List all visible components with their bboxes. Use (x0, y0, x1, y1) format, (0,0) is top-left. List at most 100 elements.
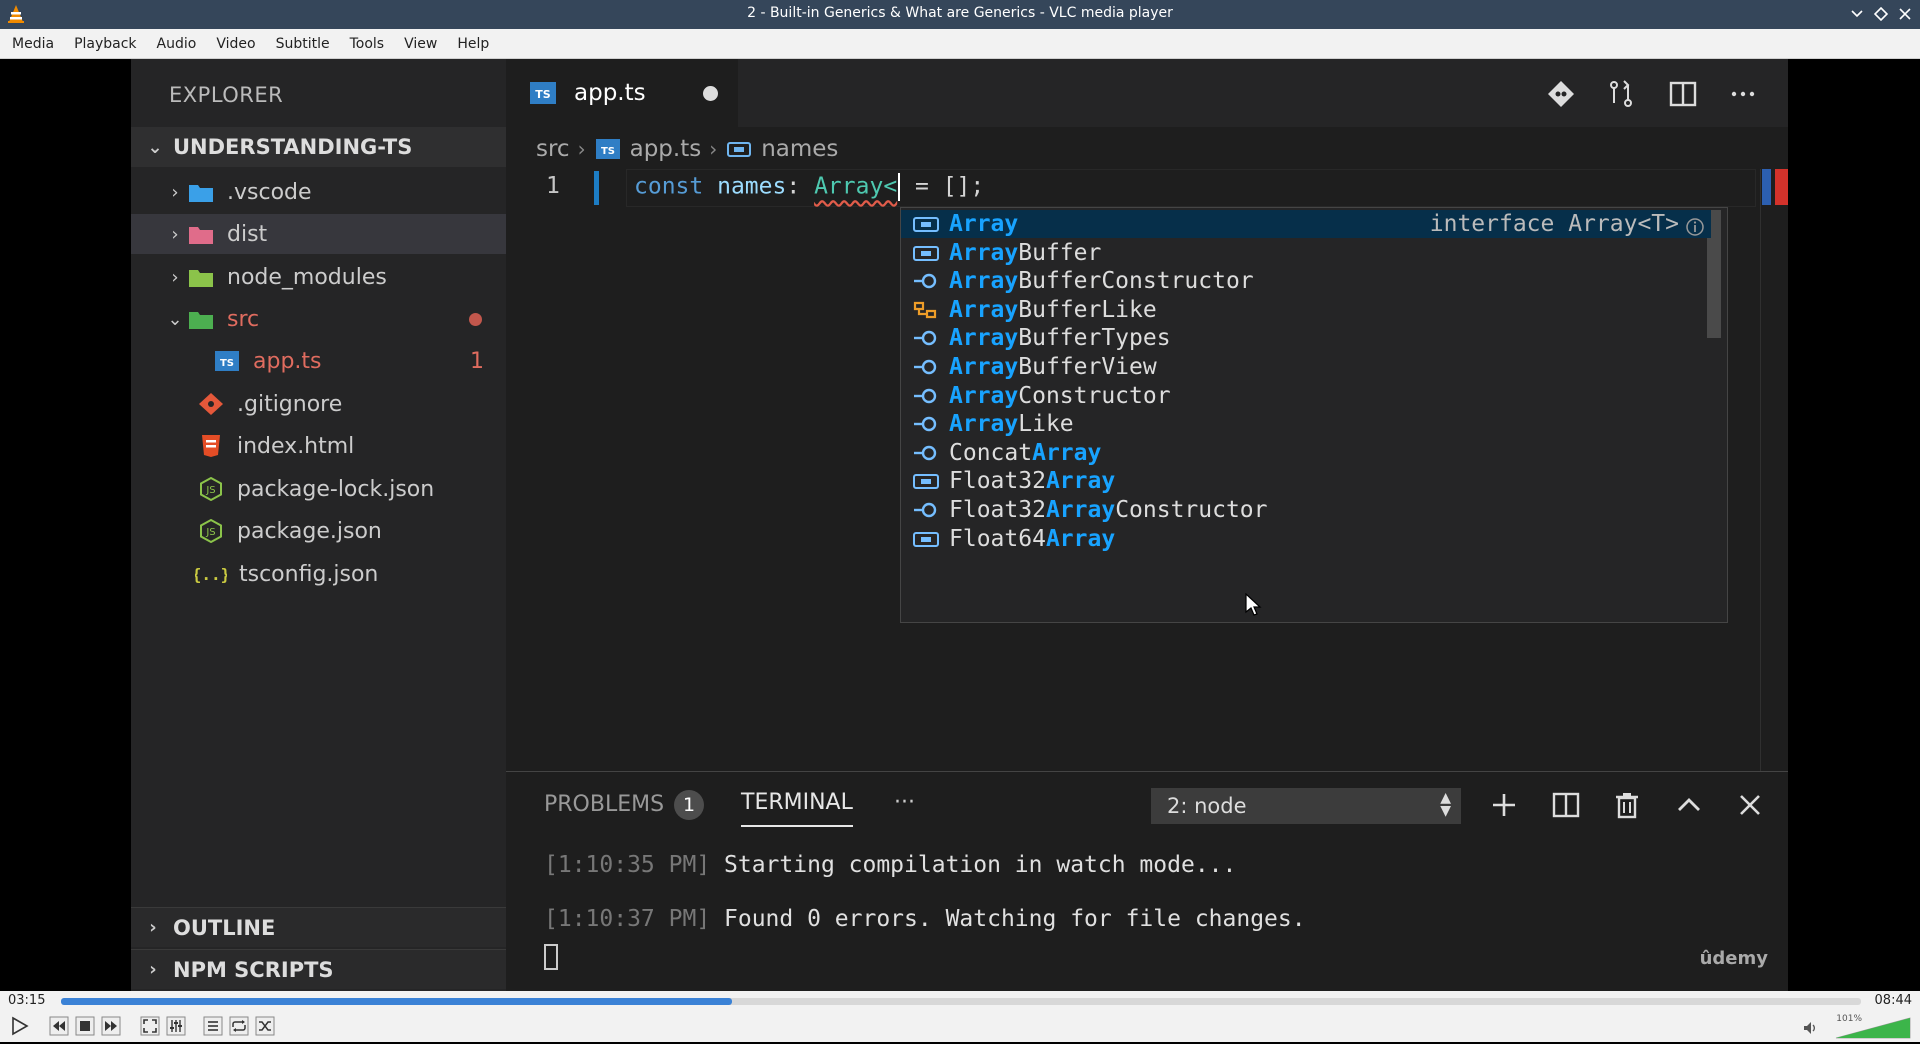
open-changes-icon[interactable] (1606, 79, 1636, 109)
variable-icon (914, 273, 937, 289)
volume-wedge (1835, 1017, 1911, 1039)
previous-button[interactable] (48, 1015, 70, 1037)
typescript-file-icon: TS (215, 351, 239, 371)
skip-forward-icon (101, 1016, 121, 1036)
code-text: const names: Array< = []; (634, 173, 984, 201)
play-button[interactable] (6, 1015, 32, 1037)
info-icon[interactable] (1685, 217, 1705, 237)
suggestion-label-match: Array (949, 354, 1019, 380)
suggestion-item[interactable]: Float64Array (901, 525, 1711, 553)
code-keyword: const (634, 173, 704, 200)
extended-settings-button[interactable] (165, 1015, 187, 1037)
next-button[interactable] (100, 1015, 122, 1037)
player-controls: 101% (0, 1011, 1920, 1042)
breadcrumb-item-file[interactable]: app.ts (630, 136, 702, 162)
type-alias-icon (913, 301, 937, 318)
shuffle-button[interactable] (254, 1015, 276, 1037)
suggestion-item[interactable]: ArrayBuffer (901, 239, 1711, 267)
suggestion-item[interactable]: Float32Array (901, 467, 1711, 495)
chevron-right-icon: › (577, 137, 586, 161)
vscode-folder-icon (189, 185, 213, 202)
loop-button[interactable] (228, 1015, 250, 1037)
tab-terminal[interactable]: TERMINAL (741, 790, 853, 827)
tab-app-ts[interactable]: TS app.ts (506, 59, 738, 127)
suggestion-label: ArrayBufferView (949, 354, 1157, 380)
suggestion-item[interactable]: Float32ArrayConstructor (901, 496, 1711, 524)
interface-icon (913, 531, 939, 547)
trash-icon[interactable] (1612, 790, 1642, 820)
unsaved-dot-icon[interactable] (703, 86, 718, 101)
stop-button[interactable] (74, 1015, 96, 1037)
terminal-select[interactable]: 2: node ▲ ▼ (1151, 788, 1461, 824)
tree-item-label: package-lock.json (237, 476, 435, 502)
suggestion-label: ArrayBufferTypes (949, 325, 1171, 351)
close-icon[interactable] (1735, 790, 1765, 820)
terminal-line: [1:10:37 PM] Found 0 errors. Watching fo… (544, 906, 1306, 932)
menu-subtitle[interactable]: Subtitle (266, 36, 340, 52)
breadcrumb-item-src[interactable]: src (536, 136, 570, 162)
play-icon (12, 1016, 29, 1036)
equalizer-icon (166, 1016, 186, 1036)
outline-section[interactable]: › OUTLINE (131, 907, 506, 947)
suggestion-label-suffix: Buffer (1018, 239, 1102, 266)
src-folder-icon (189, 312, 213, 329)
seek-slider[interactable] (61, 998, 1861, 1005)
suggestion-item[interactable]: ArrayBufferConstructor (901, 267, 1711, 295)
split-terminal-icon[interactable] (1551, 790, 1581, 820)
bottom-panel: PROBLEMS 1 TERMINAL ··· 2: node ▲ ▼ [1:10:… (506, 771, 1788, 991)
suggestion-widget[interactable]: Array interface Array<T> ArrayBuffer ArrayB… (900, 207, 1728, 623)
menu-view[interactable]: View (394, 36, 447, 52)
code-line-1[interactable]: 1 const names: Array< = []; (506, 169, 1756, 207)
minimize-button[interactable] (1848, 3, 1866, 25)
menu-help[interactable]: Help (447, 36, 499, 52)
code-type-error: Array< (814, 173, 898, 200)
html-icon (202, 435, 220, 457)
chevron-right-icon: › (149, 917, 157, 938)
menu-media[interactable]: Media (2, 36, 64, 52)
playlist-button[interactable] (202, 1015, 224, 1037)
menu-video[interactable]: Video (206, 36, 265, 52)
new-terminal-icon[interactable] (1489, 790, 1519, 820)
close-button[interactable] (1896, 3, 1914, 25)
tree-item-package-lock: JS package-lock.json (131, 469, 506, 509)
chevron-right-icon: › (171, 223, 179, 245)
breadcrumb-item-symbol[interactable]: names (761, 136, 838, 162)
suggestion-label-prefix: Concat (949, 439, 1033, 466)
suggestion-item[interactable]: ArrayBufferLike (901, 296, 1711, 324)
suggestion-label: ArrayBuffer (949, 240, 1101, 266)
modified-gutter-indicator (594, 171, 599, 205)
suggestion-item[interactable]: ArrayConstructor (901, 382, 1711, 410)
suggestion-label-prefix: Float64 (949, 525, 1046, 552)
menu-tools[interactable]: Tools (340, 36, 395, 52)
git-compare-icon[interactable] (1546, 79, 1576, 109)
text-cursor (898, 173, 901, 201)
more-actions-icon[interactable] (1728, 79, 1758, 109)
tree-item-package-json: JS package.json (131, 511, 506, 551)
svg-text:{..}: {..} (195, 565, 227, 584)
suggestion-label-suffix: BufferView (1018, 354, 1157, 380)
maximize-button[interactable] (1872, 3, 1890, 25)
volume-slider[interactable]: 101% (1816, 1014, 1912, 1040)
npm-scripts-section[interactable]: › NPM SCRIPTS (131, 949, 506, 989)
chevron-right-icon: › (149, 959, 157, 980)
chevron-up-icon[interactable] (1674, 790, 1704, 820)
playlist-icon (203, 1016, 223, 1036)
panel-more-button[interactable]: ··· (894, 790, 915, 815)
suggestion-label: ArrayLike (949, 411, 1074, 437)
tab-problems[interactable]: PROBLEMS 1 (544, 790, 705, 820)
suggestion-label: Float64Array (949, 526, 1115, 552)
menu-audio[interactable]: Audio (147, 36, 207, 52)
suggestion-item[interactable]: ArrayBufferView (901, 353, 1711, 381)
explorer-sidebar: EXPLORER ⌄ UNDERSTANDING-TS › .vscode › … (131, 59, 506, 991)
suggestion-label-match: Array (1045, 497, 1116, 523)
variable-icon (914, 445, 937, 460)
minimap-divider (1760, 169, 1761, 829)
suggestion-item[interactable]: ArrayLike (901, 410, 1711, 438)
menu-playback[interactable]: Playback (64, 36, 146, 52)
suggestion-item[interactable]: ArrayBufferTypes (901, 324, 1711, 352)
split-editor-icon[interactable] (1668, 79, 1698, 109)
video-area[interactable]: EXPLORER ⌄ UNDERSTANDING-TS › .vscode › … (0, 59, 1920, 991)
suggestion-item-selected[interactable]: Array interface Array<T> (901, 210, 1711, 238)
suggestion-item[interactable]: ConcatArray (901, 439, 1711, 467)
fullscreen-button[interactable] (139, 1015, 161, 1037)
